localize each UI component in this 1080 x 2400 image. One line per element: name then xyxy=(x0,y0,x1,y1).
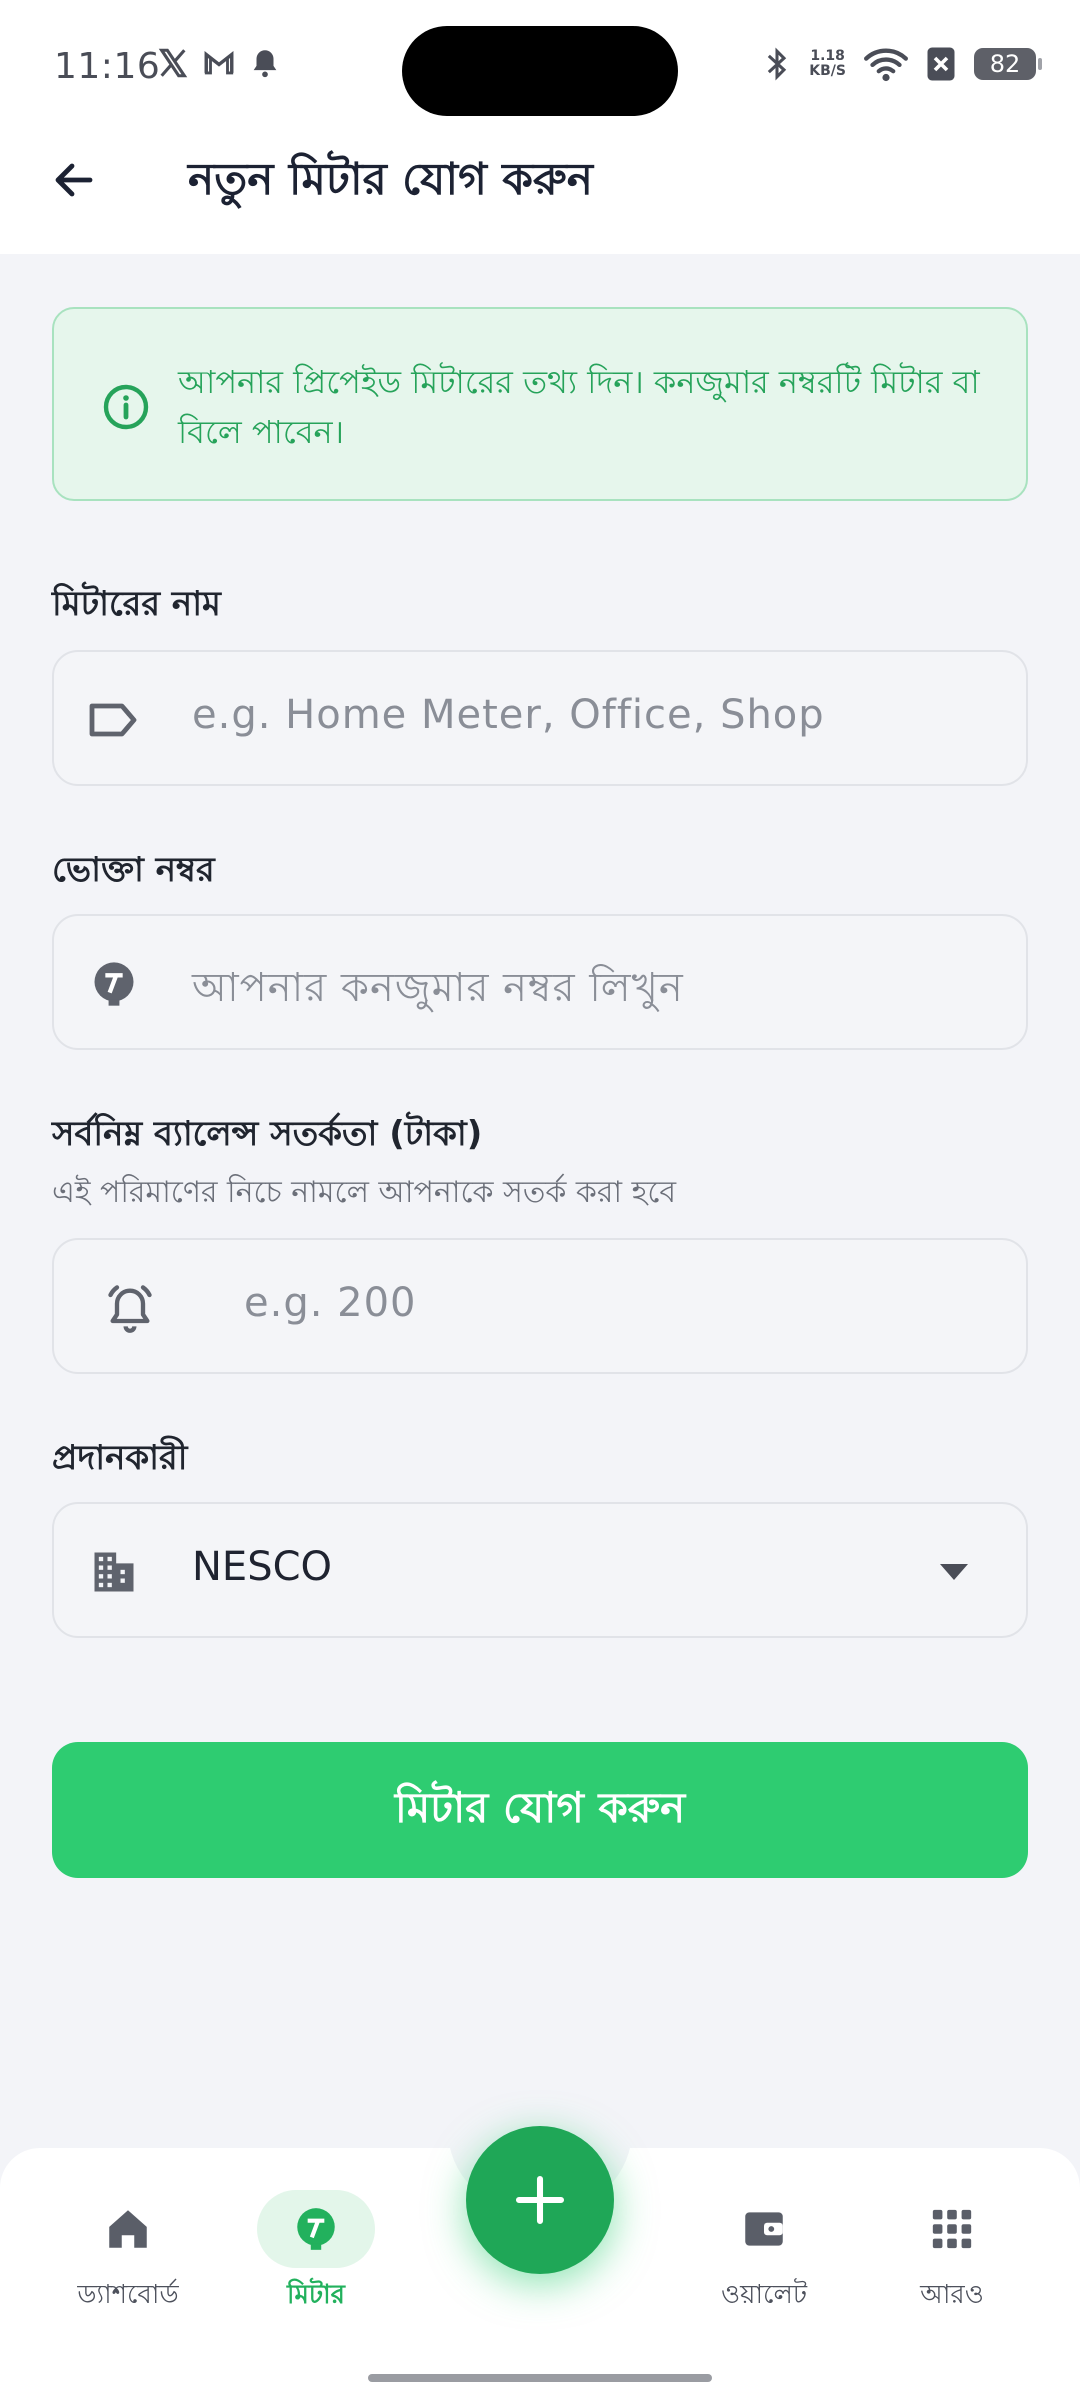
bluetooth-icon xyxy=(768,47,787,81)
meter-name-placeholder: e.g. Home Meter, Office, Shop xyxy=(192,692,825,738)
nav-icon-wrap-more xyxy=(893,2190,1011,2268)
info-text: আপনার প্রিপেইড মিটারের তথ্য দিন। কনজুমার… xyxy=(178,363,980,451)
nav-item-wallet[interactable]: ওয়ালেট xyxy=(684,2190,844,2318)
notification-bell-icon xyxy=(253,50,277,78)
min-balance-hint: এই পরিমাণের নিচে নামলে আপনাকে সতর্ক করা … xyxy=(52,1175,677,1210)
no-sim-icon xyxy=(927,47,955,81)
building-icon xyxy=(88,1546,140,1598)
nav-label-wallet: ওয়ালেট xyxy=(721,2280,807,2310)
meter-icon xyxy=(297,2208,335,2250)
consumer-number-placeholder: আপনার কনজুমার নম্বর লিখুন xyxy=(192,965,684,1011)
add-fab-button[interactable] xyxy=(466,2126,614,2274)
gmail-icon xyxy=(204,51,234,75)
meter-icon xyxy=(88,958,140,1010)
battery-indicator: 82 xyxy=(974,48,1042,80)
provider-selected-value: NESCO xyxy=(192,1544,332,1590)
nav-item-meter[interactable]: মিটার xyxy=(236,2190,396,2318)
page-title: নতুন মিটার যোগ করুন xyxy=(188,154,594,205)
label-tag-icon xyxy=(88,694,140,746)
dropdown-arrow-icon xyxy=(940,1564,968,1580)
wifi-icon xyxy=(864,48,908,82)
nav-icon-wrap-wallet xyxy=(705,2190,823,2268)
status-bar: 11:16 1.18 KB/S 82 xyxy=(0,0,1080,140)
notification-icons xyxy=(156,46,282,80)
app-bar: নতুন মিটার যোগ করুন xyxy=(0,140,1080,254)
status-time: 11:16 xyxy=(54,46,161,87)
meter-name-input[interactable]: e.g. Home Meter, Office, Shop xyxy=(52,650,1028,786)
camera-cutout xyxy=(402,26,678,116)
nav-item-more[interactable]: আরও xyxy=(872,2190,1032,2318)
grid-icon xyxy=(932,2209,972,2249)
wallet-icon xyxy=(745,2212,783,2246)
add-meter-screen: 11:16 1.18 KB/S 82 নতুন মিটার যোগ করুন আ… xyxy=(0,0,1080,2400)
provider-label: প্রদানকারী xyxy=(52,1438,188,1478)
system-icons: 1.18 KB/S 82 xyxy=(763,46,1042,82)
plus-icon xyxy=(515,2175,565,2225)
consumer-number-input[interactable]: আপনার কনজুমার নম্বর লিখুন xyxy=(52,914,1028,1050)
min-balance-input[interactable]: e.g. 200 xyxy=(52,1238,1028,1374)
arrow-back-icon xyxy=(55,163,93,197)
network-speed: 1.18 KB/S xyxy=(809,48,846,79)
provider-select[interactable]: NESCO xyxy=(52,1502,1028,1638)
home-icon xyxy=(109,2210,147,2248)
alarm-bell-icon xyxy=(104,1282,156,1334)
min-balance-placeholder: e.g. 200 xyxy=(244,1280,417,1326)
nav-label-more: আরও xyxy=(920,2280,984,2310)
info-banner: আপনার প্রিপেইড মিটারের তথ্য দিন। কনজুমার… xyxy=(52,307,1028,501)
info-icon xyxy=(103,384,149,430)
nav-label-meter: মিটার xyxy=(287,2280,345,2310)
min-balance-label: সর্বনিম্ন ব্যালেন্স সতর্কতা (টাকা) xyxy=(52,1114,483,1154)
add-meter-button[interactable]: মিটার যোগ করুন xyxy=(52,1742,1028,1878)
home-indicator[interactable] xyxy=(368,2374,712,2382)
nav-item-dashboard[interactable]: ড্যাশবোর্ড xyxy=(48,2190,208,2318)
nav-icon-wrap-meter xyxy=(257,2190,375,2268)
consumer-number-label: ভোক্তা নম্বর xyxy=(52,850,215,890)
nav-label-dashboard: ড্যাশবোর্ড xyxy=(77,2280,179,2310)
back-button[interactable] xyxy=(44,150,104,210)
meter-name-label: মিটারের নাম xyxy=(52,584,221,624)
nav-icon-wrap-dashboard xyxy=(69,2190,187,2268)
x-app-icon xyxy=(158,48,188,78)
